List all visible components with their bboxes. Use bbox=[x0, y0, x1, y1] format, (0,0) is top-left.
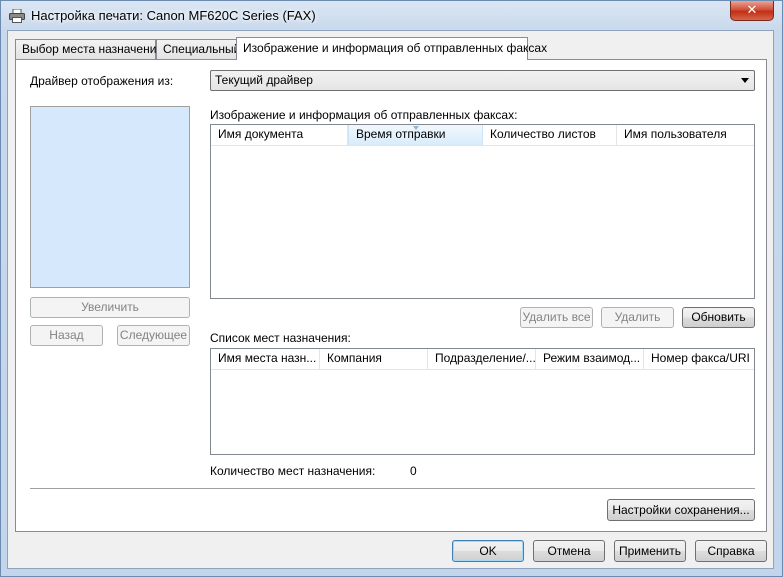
destinations-count-label: Количество мест назначения: bbox=[210, 464, 376, 478]
column-header-label: Компания bbox=[327, 351, 382, 365]
column-header-label: Режим взаимод... bbox=[543, 351, 641, 365]
divider bbox=[30, 488, 755, 490]
delete-all-button[interactable]: Удалить все bbox=[520, 307, 593, 328]
apply-button[interactable]: Применить bbox=[614, 540, 686, 562]
column-header-label: Время отправки bbox=[356, 127, 446, 141]
ok-button-label: OK bbox=[479, 544, 497, 558]
window-title: Настройка печати: Canon MF620C Series (F… bbox=[31, 8, 316, 23]
cancel-button[interactable]: Отмена bbox=[533, 540, 605, 562]
next-button-label: Следующее bbox=[119, 328, 188, 342]
tab-sent-fax-images-label: Изображение и информация об отправленных… bbox=[243, 41, 548, 55]
destinations-list[interactable]: Имя места назн... Компания Подразделение… bbox=[210, 348, 755, 455]
title-bar[interactable]: Настройка печати: Canon MF620C Series (F… bbox=[1, 1, 782, 31]
column-header-document-name[interactable]: Имя документа bbox=[211, 125, 348, 145]
column-header-department[interactable]: Подразделение/... bbox=[428, 349, 536, 369]
sent-faxes-header: Имя документа Время отправки Количество … bbox=[211, 125, 754, 146]
tab-sent-fax-images[interactable]: Изображение и информация об отправленных… bbox=[236, 37, 547, 60]
column-header-send-time[interactable]: Время отправки bbox=[348, 125, 483, 145]
tab-destination[interactable]: Выбор места назначения bbox=[15, 39, 163, 59]
column-header-label: Количество листов bbox=[490, 127, 596, 141]
sent-faxes-label: Изображение и информация об отправленных… bbox=[210, 108, 518, 122]
column-header-label: Имя пользователя bbox=[624, 127, 727, 141]
column-header-company[interactable]: Компания bbox=[320, 349, 428, 369]
column-header-user-name[interactable]: Имя пользователя bbox=[617, 125, 754, 145]
next-button[interactable]: Следующее bbox=[117, 325, 190, 346]
printer-icon bbox=[9, 9, 25, 23]
column-header-page-count[interactable]: Количество листов bbox=[483, 125, 617, 145]
apply-button-label: Применить bbox=[618, 544, 681, 558]
driver-select[interactable]: Текущий драйвер bbox=[210, 70, 755, 91]
tab-special-label: Специальный bbox=[163, 42, 241, 56]
column-header-fax-number[interactable]: Номер факса/URI bbox=[644, 349, 754, 369]
chevron-down-icon bbox=[741, 78, 749, 83]
zoom-button-label: Увеличить bbox=[81, 300, 139, 314]
refresh-button[interactable]: Обновить bbox=[682, 307, 755, 328]
destinations-header: Имя места назн... Компания Подразделение… bbox=[211, 349, 754, 370]
sort-indicator-icon bbox=[413, 126, 419, 130]
driver-label: Драйвер отображения из: bbox=[30, 74, 174, 88]
back-button[interactable]: Назад bbox=[30, 325, 103, 346]
column-header-label: Имя места назн... bbox=[218, 351, 317, 365]
column-header-comm-mode[interactable]: Режим взаимод... bbox=[536, 349, 644, 369]
delete-button-label: Удалить bbox=[614, 310, 661, 324]
delete-all-button-label: Удалить все bbox=[522, 310, 591, 324]
help-button[interactable]: Справка bbox=[695, 540, 767, 562]
close-button[interactable]: ✕ bbox=[730, 1, 774, 21]
tab-special[interactable]: Специальный bbox=[156, 39, 241, 59]
zoom-button[interactable]: Увеличить bbox=[30, 297, 190, 318]
save-settings-button[interactable]: Настройки сохранения... bbox=[607, 499, 755, 521]
help-button-label: Справка bbox=[707, 544, 755, 558]
column-header-label: Подразделение/... bbox=[435, 351, 536, 365]
column-header-label: Имя документа bbox=[218, 127, 304, 141]
back-button-label: Назад bbox=[49, 328, 84, 342]
fax-preview-area bbox=[30, 106, 190, 288]
delete-button[interactable]: Удалить bbox=[601, 307, 674, 328]
save-settings-button-label: Настройки сохранения... bbox=[612, 503, 750, 517]
cancel-button-label: Отмена bbox=[547, 544, 591, 558]
tab-destination-label: Выбор места назначения bbox=[22, 42, 163, 56]
ok-button[interactable]: OK bbox=[452, 540, 524, 562]
sent-faxes-list[interactable]: Имя документа Время отправки Количество … bbox=[210, 124, 755, 299]
column-header-destination-name[interactable]: Имя места назн... bbox=[211, 349, 320, 369]
destinations-count-value: 0 bbox=[410, 464, 417, 478]
destinations-label: Список мест назначения: bbox=[210, 331, 351, 345]
close-icon: ✕ bbox=[746, 2, 758, 17]
driver-select-value: Текущий драйвер bbox=[215, 73, 313, 87]
column-header-label: Номер факса/URI bbox=[651, 351, 750, 365]
refresh-button-label: Обновить bbox=[691, 310, 746, 324]
